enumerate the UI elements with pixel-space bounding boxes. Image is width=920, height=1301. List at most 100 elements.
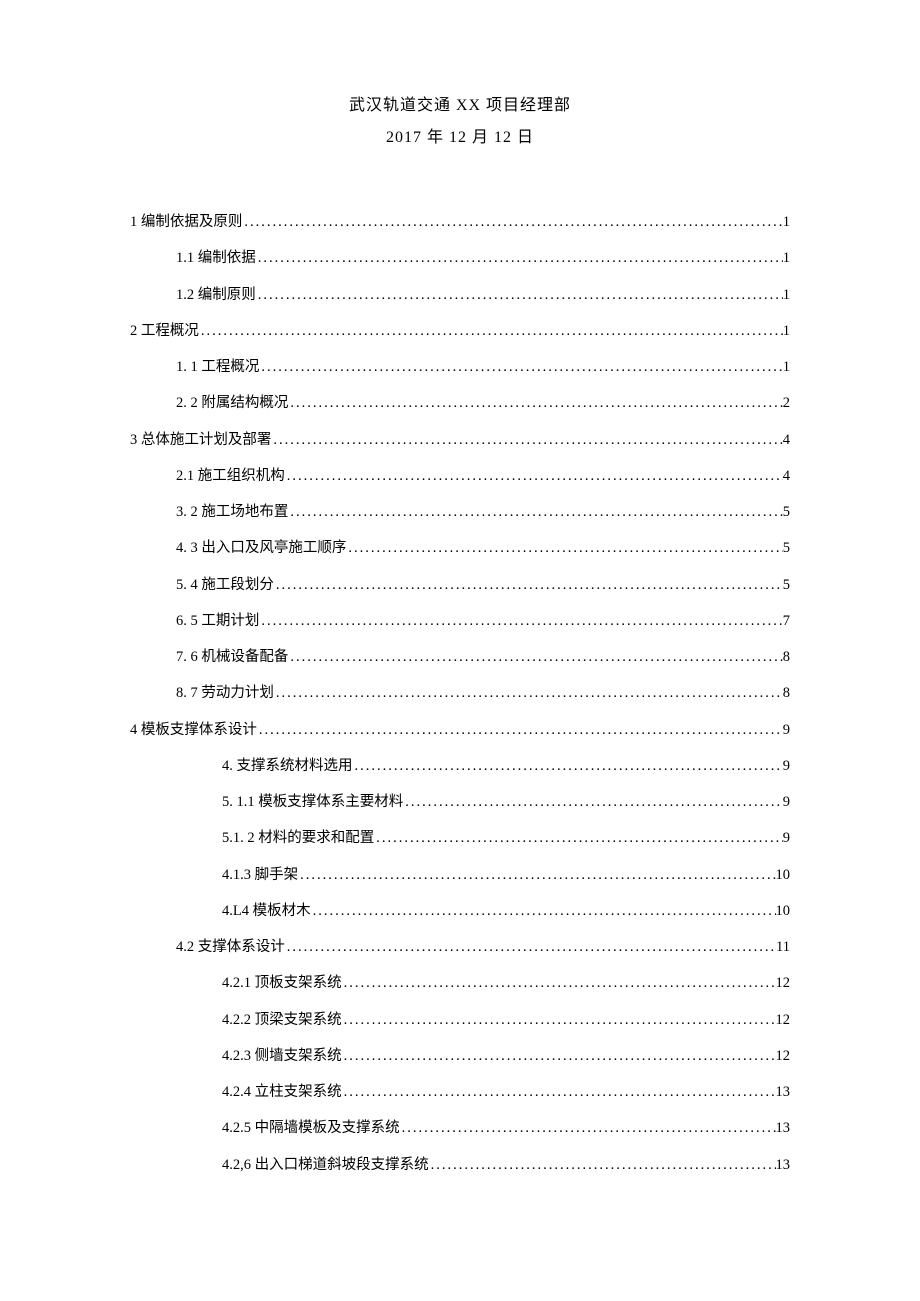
toc-page-number: 4 [783, 422, 790, 458]
toc-dots [288, 639, 782, 675]
toc-label: 5.1. 2 材料的要求和配置 [222, 820, 374, 856]
toc-label: 5. 4 施工段划分 [176, 567, 274, 603]
toc-entry: 4.2.5 中隔墙模板及支撑系统 13 [130, 1110, 790, 1146]
toc-label: 2. 2 附属结构概况 [176, 385, 288, 421]
toc-label: 3. 2 施工场地布置 [176, 494, 288, 530]
toc-entry: 4.2.4 立柱支架系统13 [130, 1074, 790, 1110]
toc-entry: 2. 2 附属结构概况 2 [130, 385, 790, 421]
toc-entry: 4. 支撑系统材料选用 9 [130, 748, 790, 784]
toc-dots [342, 1002, 776, 1038]
toc-entry: 4.2.2 顶梁支架系统 12 [130, 1002, 790, 1038]
toc-entry: 2 工程概况 1 [130, 313, 790, 349]
header-date: 2017 年 12 月 12 日 [130, 122, 790, 154]
toc-label: 4.2.5 中隔墙模板及支撑系统 [222, 1110, 400, 1146]
toc-dots [199, 313, 783, 349]
toc-dots [242, 204, 782, 240]
toc-label: 2 工程概况 [130, 313, 199, 349]
toc-page-number: 8 [783, 675, 790, 711]
toc-dots [400, 1110, 776, 1146]
toc-dots [311, 893, 776, 929]
toc-label: 1.1 编制依据 [176, 240, 256, 276]
toc-page-number: 4 [783, 458, 790, 494]
toc-entry: 1.2 编制原则 1 [130, 277, 790, 313]
toc-page-number: 13 [776, 1110, 791, 1146]
toc-entry: 6. 5 工期计划 7 [130, 603, 790, 639]
toc-label: 1.2 编制原则 [176, 277, 256, 313]
toc-dots [259, 603, 782, 639]
toc-label: 4.2.2 顶梁支架系统 [222, 1002, 342, 1038]
toc-dots [271, 422, 782, 458]
toc-dots [403, 784, 783, 820]
toc-dots [346, 530, 782, 566]
header-title: 武汉轨道交通 XX 项目经理部 [130, 90, 790, 122]
toc-entry: 5. 1.1 模板支撑体系主要材料9 [130, 784, 790, 820]
toc-label: 4.2.4 立柱支架系统 [222, 1074, 342, 1110]
toc-entry: 2.1 施工组织机构 4 [130, 458, 790, 494]
toc-label: 4.2,6 出入口梯道斜坡段支撑系统 [222, 1147, 429, 1183]
toc-label: 1. 1 工程概况 [176, 349, 259, 385]
toc-page-number: 12 [776, 965, 791, 1001]
toc-entry: 1.1 编制依据 1 [130, 240, 790, 276]
toc-page-number: 8 [783, 639, 790, 675]
toc-entry: 4. 3 出入口及风亭施工顺序 5 [130, 530, 790, 566]
toc-label: 5. 1.1 模板支撑体系主要材料 [222, 784, 403, 820]
toc-dots [288, 385, 782, 421]
toc-label: 4. 3 出入口及风亭施工顺序 [176, 530, 346, 566]
toc-page-number: 13 [776, 1147, 791, 1183]
toc-entry: 5.1. 2 材料的要求和配置 9 [130, 820, 790, 856]
toc-dots [256, 240, 783, 276]
toc-dots [285, 458, 783, 494]
toc-entry: 5. 4 施工段划分5 [130, 567, 790, 603]
toc-dots [285, 929, 776, 965]
toc-page-number: 9 [783, 820, 790, 856]
toc-entry: 4.2.1 顶板支架系统 12 [130, 965, 790, 1001]
toc-page-number: 2 [783, 385, 790, 421]
toc-page-number: 5 [783, 530, 790, 566]
toc-entry: 4.1.3 脚手架 10 [130, 857, 790, 893]
toc-label: 4.2.3 侧墙支架系统 [222, 1038, 342, 1074]
toc-entry: 4.2.3 侧墙支架系统 12 [130, 1038, 790, 1074]
toc-page-number: 1 [783, 277, 790, 313]
toc-entry: 4.2,6 出入口梯道斜坡段支撑系统 13 [130, 1147, 790, 1183]
toc-dots [274, 567, 783, 603]
toc-page-number: 7 [783, 603, 790, 639]
toc-page-number: 11 [776, 929, 790, 965]
toc-entry: 1 编制依据及原则1 [130, 204, 790, 240]
toc-label: 8. 7 劳动力计划 [176, 675, 274, 711]
toc-page-number: 12 [776, 1002, 791, 1038]
toc-dots [353, 748, 783, 784]
toc-entry: 8. 7 劳动力计划 8 [130, 675, 790, 711]
toc-dots [298, 857, 775, 893]
toc-label: 4.2.1 顶板支架系统 [222, 965, 342, 1001]
toc-label: 4.2 支撑体系设计 [176, 929, 285, 965]
toc-label: 4.1.3 脚手架 [222, 857, 298, 893]
toc-page-number: 10 [776, 857, 791, 893]
toc-page-number: 12 [776, 1038, 791, 1074]
toc-entry: 3 总体施工计划及部署4 [130, 422, 790, 458]
toc-page-number: 1 [783, 349, 790, 385]
toc-dots [274, 675, 783, 711]
toc-dots [429, 1147, 776, 1183]
toc-label: 4. 支撑系统材料选用 [222, 748, 353, 784]
toc-entry: 7. 6 机械设备配备8 [130, 639, 790, 675]
toc-dots [259, 349, 782, 385]
toc-dots [257, 712, 783, 748]
toc-entry: 1. 1 工程概况 1 [130, 349, 790, 385]
document-header: 武汉轨道交通 XX 项目经理部 2017 年 12 月 12 日 [130, 90, 790, 154]
toc-dots [342, 1074, 776, 1110]
toc-label: 4.L4 模板材木 [222, 893, 311, 929]
toc-label: 6. 5 工期计划 [176, 603, 259, 639]
toc-entry: 4.2 支撑体系设计 11 [130, 929, 790, 965]
toc-page-number: 1 [783, 313, 790, 349]
toc-page-number: 10 [776, 893, 791, 929]
toc-dots [288, 494, 782, 530]
toc-page-number: 1 [783, 240, 790, 276]
toc-dots [342, 1038, 776, 1074]
table-of-contents: 1 编制依据及原则11.1 编制依据11.2 编制原则12 工程概况11. 1 … [130, 204, 790, 1183]
toc-dots [342, 965, 776, 1001]
toc-label: 2.1 施工组织机构 [176, 458, 285, 494]
toc-dots [256, 277, 783, 313]
toc-page-number: 5 [783, 494, 790, 530]
toc-label: 4 模板支撑体系设计 [130, 712, 257, 748]
toc-page-number: 9 [783, 748, 790, 784]
